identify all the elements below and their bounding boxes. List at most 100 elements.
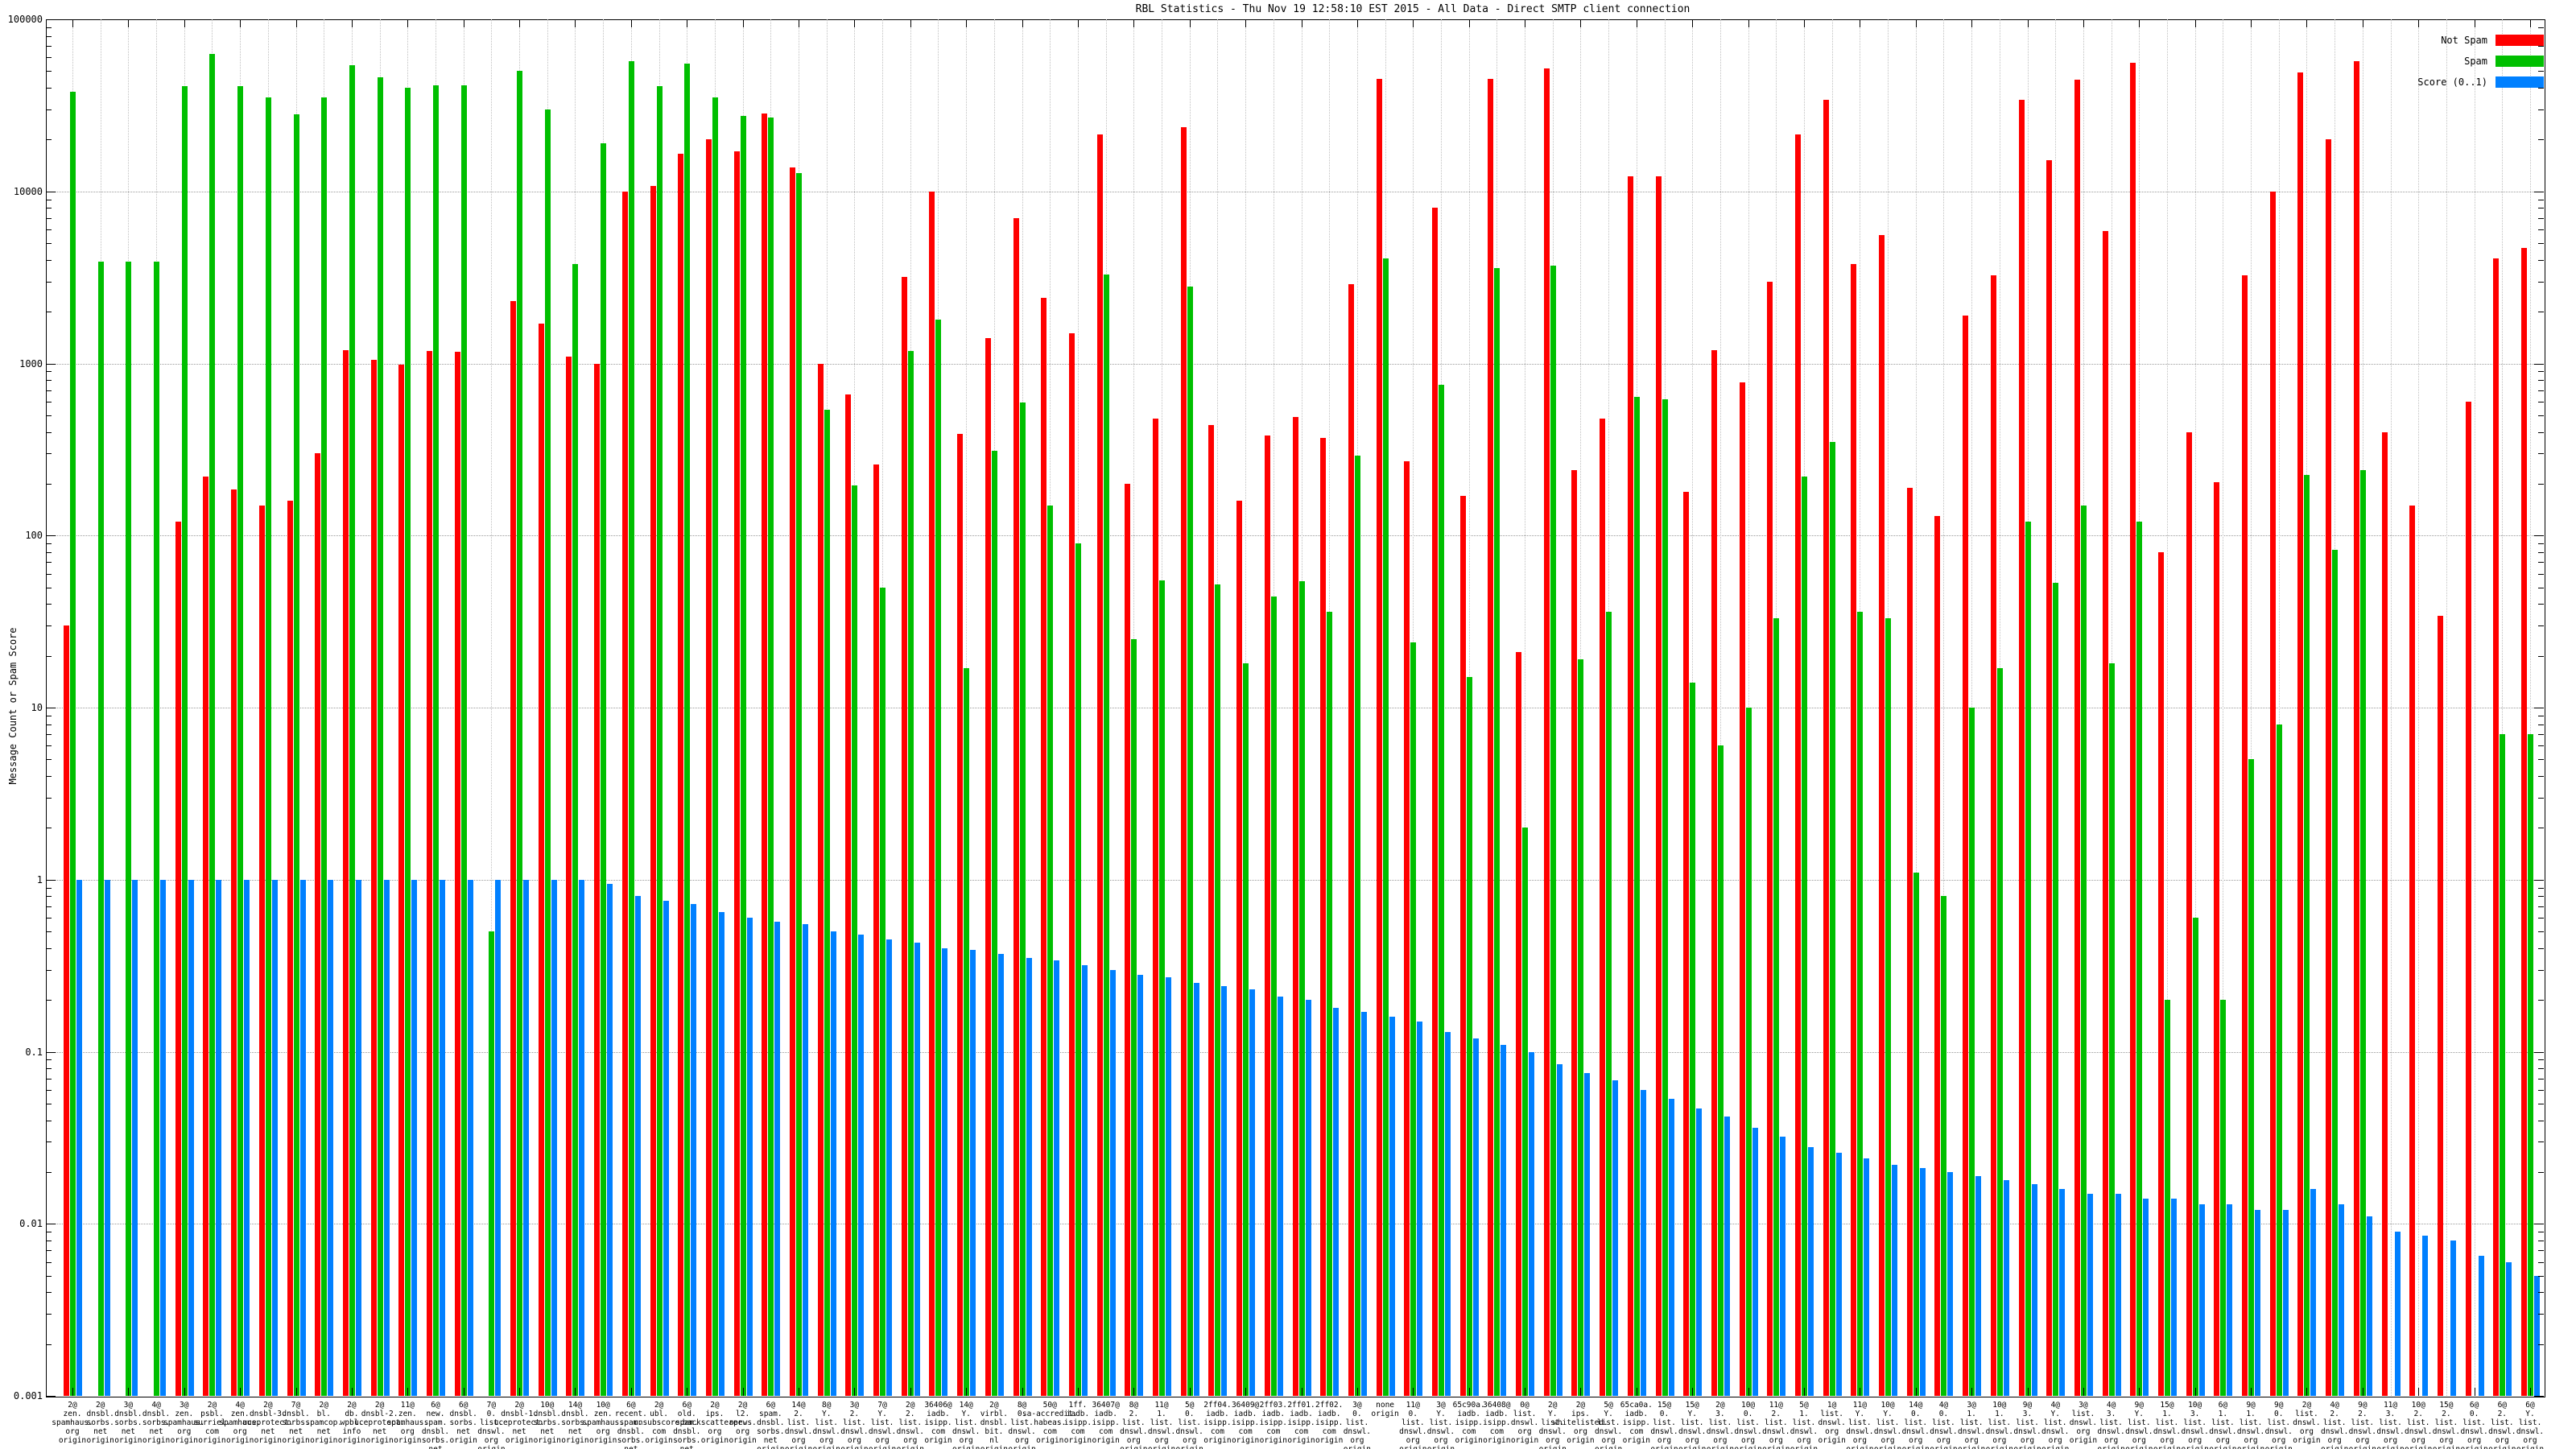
bar-spam xyxy=(1801,477,1807,1396)
y-tick-minor xyxy=(2538,1275,2544,1277)
bar-spam xyxy=(181,85,188,1396)
x-tick xyxy=(128,1388,130,1396)
y-tick-minor xyxy=(46,46,52,47)
bar-spam xyxy=(2332,549,2339,1396)
bar-not-spam xyxy=(2242,275,2248,1396)
bar-spam xyxy=(964,667,970,1396)
y-tick-minor xyxy=(46,1089,52,1091)
bar-not-spam xyxy=(2074,79,2080,1396)
legend-item-score: Score (0..1) xyxy=(2302,76,2544,89)
bar-not-spam xyxy=(678,154,684,1396)
bar-score xyxy=(2170,1199,2177,1396)
bar-not-spam xyxy=(2465,401,2471,1396)
y-tick-label: 0.01 xyxy=(19,1218,43,1230)
bar-not-spam xyxy=(621,191,628,1396)
x-tick xyxy=(519,19,521,27)
bar-spam xyxy=(1745,708,1752,1396)
bar-not-spam xyxy=(2130,62,2136,1396)
bar-spam xyxy=(1829,441,1835,1396)
bar-score xyxy=(2059,1188,2066,1396)
bar-not-spam xyxy=(2046,159,2053,1396)
bar-not-spam xyxy=(342,349,349,1396)
bar-not-spam xyxy=(594,363,601,1396)
x-tick xyxy=(295,1388,297,1396)
bar-not-spam xyxy=(1600,418,1606,1396)
x-gridline xyxy=(2418,19,2420,1396)
y-tick-minor xyxy=(2538,759,2544,761)
y-tick-minor xyxy=(2538,906,2544,907)
bar-not-spam xyxy=(231,489,237,1396)
bar-spam xyxy=(349,65,355,1396)
y-tick-minor xyxy=(46,931,52,933)
bar-spam xyxy=(460,85,467,1396)
y-tick-minor xyxy=(2538,415,2544,416)
bar-score xyxy=(271,879,278,1396)
y-tick-minor xyxy=(2538,217,2544,219)
bar-spam xyxy=(377,77,383,1396)
bar-spam xyxy=(768,117,774,1396)
bar-spam xyxy=(70,91,76,1396)
bar-not-spam xyxy=(2437,616,2443,1396)
bar-score xyxy=(1640,1089,1646,1396)
bar-score xyxy=(942,947,948,1396)
bar-spam xyxy=(2248,759,2255,1396)
bar-not-spam xyxy=(1320,437,1327,1396)
x-tick xyxy=(1915,19,1917,27)
y-tick-minor xyxy=(46,745,52,747)
bar-spam xyxy=(1578,659,1584,1396)
y-tick-minor xyxy=(2538,1314,2544,1315)
legend-item-not-spam: Not Spam xyxy=(2302,34,2544,47)
bar-not-spam xyxy=(985,338,991,1396)
y-tick-minor xyxy=(2538,776,2544,778)
bar-score xyxy=(2143,1199,2149,1396)
x-tick xyxy=(1803,1388,1805,1396)
bar-not-spam xyxy=(1376,79,1382,1396)
bar-spam xyxy=(126,262,132,1396)
bar-score xyxy=(1333,1007,1340,1396)
bar-score xyxy=(2003,1179,2009,1396)
x-tick xyxy=(72,1388,73,1396)
bar-score xyxy=(411,879,418,1396)
bar-spam xyxy=(2276,724,2282,1396)
bar-score xyxy=(1668,1099,1674,1396)
bar-score xyxy=(2282,1210,2289,1396)
bar-score xyxy=(523,879,530,1396)
legend-swatch-spam-icon xyxy=(2496,56,2544,67)
y-tick-label: 1000 xyxy=(19,357,43,369)
bar-spam xyxy=(1382,258,1389,1396)
bar-score xyxy=(607,883,613,1396)
x-tick xyxy=(2251,19,2252,27)
bar-not-spam xyxy=(1292,416,1298,1396)
x-tick xyxy=(407,1388,409,1396)
x-tick xyxy=(854,19,856,27)
x-tick xyxy=(1133,19,1135,27)
legend-label-not-spam: Not Spam xyxy=(2441,35,2487,46)
bar-score xyxy=(76,879,82,1396)
y-tick-minor xyxy=(46,453,52,455)
bar-not-spam xyxy=(2214,481,2220,1396)
bar-score xyxy=(1556,1063,1563,1396)
legend-item-spam: Spam xyxy=(2302,55,2544,68)
y-tick-minor xyxy=(46,734,52,736)
y-tick-minor xyxy=(2538,797,2544,799)
bar-score xyxy=(1919,1168,1926,1396)
bar-score xyxy=(2394,1232,2401,1396)
y-tick-minor xyxy=(46,918,52,919)
x-tick xyxy=(1245,19,1247,27)
bar-not-spam xyxy=(1459,495,1466,1396)
y-tick-minor xyxy=(46,1344,52,1345)
x-tick xyxy=(1022,19,1023,27)
bar-not-spam xyxy=(2353,61,2359,1396)
bar-not-spam xyxy=(1571,469,1578,1396)
y-tick-major xyxy=(2534,879,2544,881)
bar-not-spam xyxy=(2297,72,2304,1396)
bar-score xyxy=(104,879,110,1396)
y-tick-minor xyxy=(2538,1292,2544,1294)
y-tick-minor xyxy=(2538,625,2544,626)
x-tick xyxy=(1245,1388,1247,1396)
bar-spam xyxy=(991,451,997,1396)
bar-not-spam xyxy=(64,625,69,1396)
bar-spam xyxy=(1941,896,1947,1396)
y-tick-label: 0.1 xyxy=(25,1046,43,1058)
bar-spam xyxy=(405,88,411,1396)
